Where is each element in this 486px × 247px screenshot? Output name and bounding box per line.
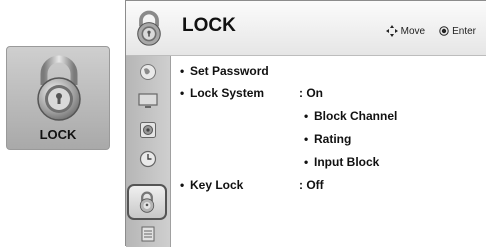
menu-item-key-lock[interactable]: • Key Lock xyxy=(180,178,243,192)
key-hints: Move Enter xyxy=(385,25,476,37)
monitor-icon xyxy=(138,93,158,108)
sidebar-item-picture[interactable] xyxy=(133,89,163,113)
key-lock-value: : Off xyxy=(299,178,324,192)
arrows-icon xyxy=(385,25,398,37)
sidebar-item-time[interactable] xyxy=(133,147,163,171)
page-title: LOCK xyxy=(182,15,236,36)
lock-icon xyxy=(139,191,155,213)
category-sidebar xyxy=(126,56,171,247)
lock-icon xyxy=(37,55,81,121)
move-hint: Move xyxy=(400,25,426,37)
option-icon xyxy=(141,226,155,242)
speaker-icon xyxy=(140,122,156,138)
lock-system-value: : On xyxy=(299,86,323,100)
menu-item-input-block[interactable]: • Input Block xyxy=(304,155,379,169)
menu-item-set-password[interactable]: • Set Password xyxy=(180,64,269,78)
clock-icon xyxy=(139,150,157,168)
menu-header: LOCK Move Enter xyxy=(126,1,486,56)
lock-menu-panel: LOCK Move Enter • Set Password • Lock Sy… xyxy=(125,0,486,247)
enter-hint: Enter xyxy=(452,25,476,37)
sidebar-item-channel[interactable] xyxy=(133,60,163,84)
enter-icon xyxy=(439,26,449,36)
sidebar-item-audio[interactable] xyxy=(133,118,163,142)
lock-settings-list: • Set Password • Lock System : On • Block C… xyxy=(171,56,486,247)
menu-item-rating[interactable]: • Rating xyxy=(304,132,351,146)
lock-icon xyxy=(137,10,161,46)
sidebar-item-option[interactable] xyxy=(133,222,163,246)
tile-label: LOCK xyxy=(39,127,77,142)
lock-tile[interactable]: LOCK xyxy=(6,46,110,150)
menu-item-block-channel[interactable]: • Block Channel xyxy=(304,109,397,123)
sidebar-item-lock[interactable] xyxy=(127,184,167,220)
menu-item-lock-system[interactable]: • Lock System xyxy=(180,86,264,100)
globe-icon xyxy=(140,64,156,80)
